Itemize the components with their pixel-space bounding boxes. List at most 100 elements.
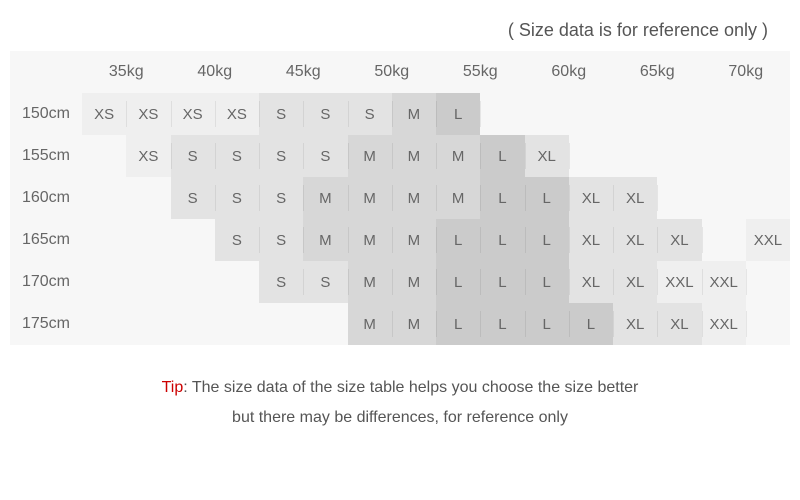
size-cell: XS bbox=[126, 93, 170, 135]
size-cell: L bbox=[436, 93, 480, 135]
size-cell: M bbox=[348, 261, 392, 303]
size-cell: XL bbox=[613, 303, 657, 345]
height-header: 165cm bbox=[10, 219, 82, 261]
size-cell: S bbox=[215, 219, 259, 261]
size-cell bbox=[126, 303, 170, 345]
size-cell: L bbox=[480, 177, 524, 219]
size-cell: XS bbox=[171, 93, 215, 135]
size-cell bbox=[303, 303, 347, 345]
size-cell: L bbox=[525, 261, 569, 303]
size-cell: XL bbox=[569, 261, 613, 303]
size-cell: XXL bbox=[702, 261, 746, 303]
size-cell: S bbox=[171, 177, 215, 219]
size-cell: XS bbox=[126, 135, 170, 177]
size-cell bbox=[259, 303, 303, 345]
size-cell: XL bbox=[569, 219, 613, 261]
size-cell bbox=[702, 93, 746, 135]
size-cell: M bbox=[436, 135, 480, 177]
size-cell: XXL bbox=[746, 219, 790, 261]
tip-line-1: : The size data of the size table helps … bbox=[183, 379, 638, 396]
height-header: 150cm bbox=[10, 93, 82, 135]
size-cell bbox=[702, 135, 746, 177]
size-cell bbox=[746, 177, 790, 219]
size-cell bbox=[657, 93, 701, 135]
size-cell: XS bbox=[82, 93, 126, 135]
size-cell bbox=[171, 261, 215, 303]
size-cell: XL bbox=[613, 177, 657, 219]
size-cell: M bbox=[303, 219, 347, 261]
size-cell bbox=[126, 261, 170, 303]
size-cell bbox=[215, 303, 259, 345]
size-cell: S bbox=[215, 135, 259, 177]
weight-header: 45kg bbox=[259, 51, 348, 93]
size-cell bbox=[82, 303, 126, 345]
size-cell: S bbox=[303, 93, 347, 135]
size-cell: XL bbox=[657, 303, 701, 345]
size-cell bbox=[126, 177, 170, 219]
size-cell: M bbox=[348, 135, 392, 177]
size-cell: S bbox=[303, 135, 347, 177]
size-cell: S bbox=[259, 219, 303, 261]
weight-header: 70kg bbox=[702, 51, 791, 93]
size-cell: S bbox=[259, 261, 303, 303]
size-cell bbox=[702, 219, 746, 261]
size-cell: L bbox=[480, 219, 524, 261]
size-cell: L bbox=[480, 303, 524, 345]
size-cell: L bbox=[480, 135, 524, 177]
size-cell: XL bbox=[613, 261, 657, 303]
height-header: 175cm bbox=[10, 303, 82, 345]
size-cell bbox=[746, 135, 790, 177]
size-cell: XL bbox=[569, 177, 613, 219]
size-cell: M bbox=[392, 219, 436, 261]
size-cell: S bbox=[348, 93, 392, 135]
size-cell: L bbox=[436, 219, 480, 261]
size-cell: L bbox=[525, 303, 569, 345]
size-cell bbox=[702, 177, 746, 219]
size-cell: S bbox=[171, 135, 215, 177]
size-cell bbox=[613, 93, 657, 135]
height-header: 170cm bbox=[10, 261, 82, 303]
weight-header: 65kg bbox=[613, 51, 702, 93]
size-cell: S bbox=[303, 261, 347, 303]
size-cell: L bbox=[480, 261, 524, 303]
weight-header: 35kg bbox=[82, 51, 171, 93]
size-cell: M bbox=[348, 219, 392, 261]
size-cell: L bbox=[436, 261, 480, 303]
size-cell: L bbox=[525, 177, 569, 219]
size-cell: L bbox=[525, 219, 569, 261]
size-cell bbox=[82, 135, 126, 177]
size-cell: XL bbox=[657, 219, 701, 261]
size-cell: M bbox=[392, 303, 436, 345]
tip-line-2: but there may be differences, for refere… bbox=[232, 409, 568, 426]
tip-label: Tip bbox=[162, 379, 184, 396]
size-cell: M bbox=[392, 177, 436, 219]
size-cell: M bbox=[392, 135, 436, 177]
size-cell bbox=[746, 93, 790, 135]
size-cell bbox=[746, 261, 790, 303]
size-cell: XXL bbox=[702, 303, 746, 345]
size-cell bbox=[657, 177, 701, 219]
height-header: 155cm bbox=[10, 135, 82, 177]
size-cell: XXL bbox=[657, 261, 701, 303]
size-cell: M bbox=[303, 177, 347, 219]
size-cell: M bbox=[436, 177, 480, 219]
size-cell: XL bbox=[525, 135, 569, 177]
size-cell bbox=[746, 303, 790, 345]
size-cell: M bbox=[392, 261, 436, 303]
weight-header: 60kg bbox=[525, 51, 614, 93]
weight-header: 40kg bbox=[171, 51, 260, 93]
size-cell: XS bbox=[215, 93, 259, 135]
size-cell: S bbox=[259, 135, 303, 177]
size-cell bbox=[82, 177, 126, 219]
size-cell bbox=[171, 219, 215, 261]
size-cell bbox=[82, 261, 126, 303]
size-cell bbox=[569, 93, 613, 135]
size-cell: M bbox=[348, 303, 392, 345]
size-cell bbox=[480, 93, 524, 135]
size-cell: S bbox=[259, 93, 303, 135]
size-cell: L bbox=[436, 303, 480, 345]
size-cell bbox=[171, 303, 215, 345]
size-table-container: 35kg40kg45kg50kg55kg60kg65kg70kg 150cmXS… bbox=[10, 51, 790, 345]
size-cell: S bbox=[215, 177, 259, 219]
size-cell: M bbox=[392, 93, 436, 135]
